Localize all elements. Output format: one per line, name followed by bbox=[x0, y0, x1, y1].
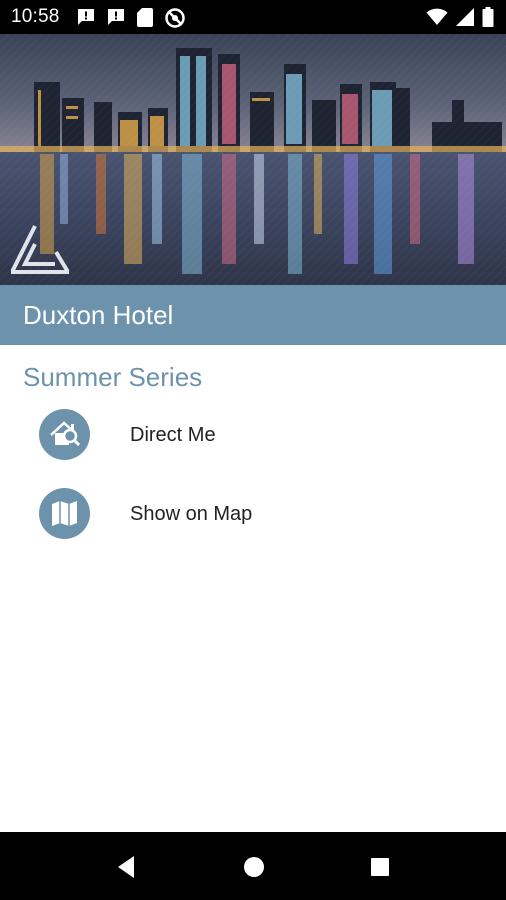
cell-signal-icon bbox=[456, 8, 474, 26]
status-time: 10:58 bbox=[11, 6, 60, 27]
hero-image bbox=[0, 34, 506, 285]
status-notification-icons bbox=[76, 7, 186, 28]
sd-card-icon bbox=[137, 8, 153, 27]
recents-icon[interactable] bbox=[365, 852, 395, 882]
chat-notification-icon bbox=[108, 9, 124, 25]
do-not-disturb-icon bbox=[165, 8, 185, 28]
show-on-map-label: Show on Map bbox=[130, 503, 253, 525]
triangle-logo-icon bbox=[11, 225, 69, 274]
status-bar: 10:58 bbox=[0, 0, 506, 34]
chat-notification-icon bbox=[78, 9, 94, 25]
home-icon[interactable] bbox=[239, 852, 269, 882]
direct-me-label: Direct Me bbox=[130, 424, 216, 446]
show-on-map-button[interactable]: Show on Map bbox=[0, 478, 506, 550]
map-icon bbox=[39, 488, 90, 539]
venue-title: Duxton Hotel bbox=[23, 300, 174, 330]
status-system-icons bbox=[426, 7, 494, 27]
city-skyline-image bbox=[0, 34, 506, 285]
battery-icon bbox=[482, 7, 494, 27]
home-search-icon bbox=[39, 409, 90, 460]
event-name: Summer Series bbox=[23, 362, 203, 392]
direct-me-button[interactable]: Direct Me bbox=[0, 399, 506, 471]
navigation-bar bbox=[0, 832, 506, 900]
back-icon[interactable] bbox=[112, 852, 142, 882]
venue-title-bar: Duxton Hotel bbox=[0, 285, 506, 345]
wifi-icon bbox=[426, 8, 448, 25]
